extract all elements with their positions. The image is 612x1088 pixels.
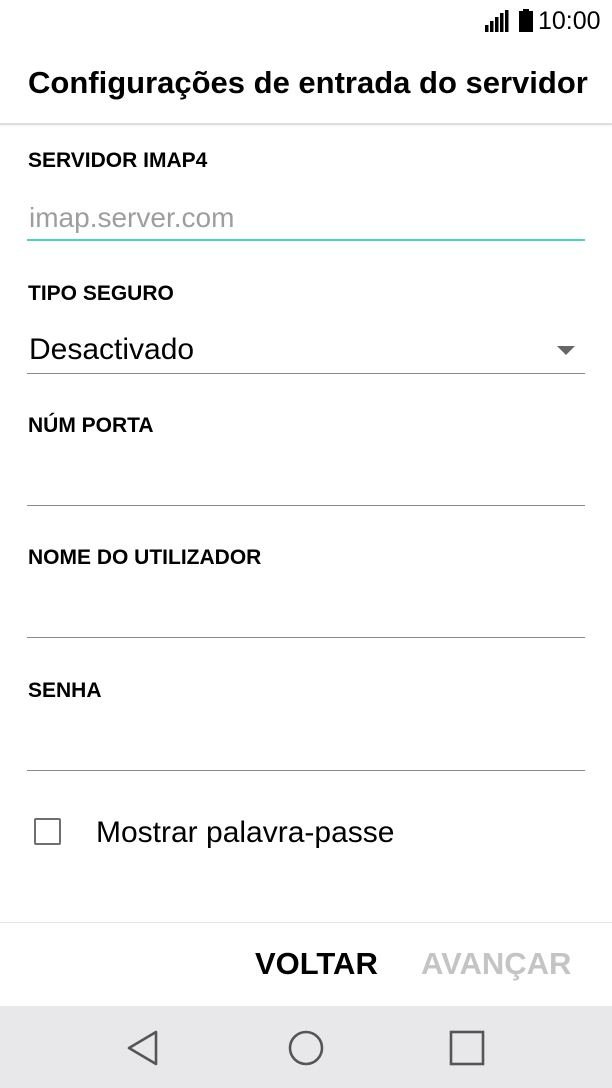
app-header: Configurações de entrada do servidor — [0, 44, 612, 125]
next-button[interactable]: AVANÇAR — [421, 945, 571, 983]
port-label: NÚM PORTA — [28, 414, 154, 437]
port-input[interactable] — [27, 462, 585, 506]
nav-back-icon[interactable] — [124, 1029, 162, 1067]
imap-server-label: SERVIDOR IMAP4 — [28, 149, 208, 172]
button-bar: VOLTAR AVANÇAR — [0, 922, 612, 1007]
imap-server-input[interactable] — [27, 197, 585, 241]
username-input[interactable] — [27, 594, 585, 638]
security-type-value: Desactivado — [29, 333, 195, 366]
show-password-checkbox[interactable] — [34, 818, 61, 845]
security-type-select[interactable]: Desactivado — [27, 326, 585, 374]
back-button[interactable]: VOLTAR — [255, 945, 378, 983]
show-password-label[interactable]: Mostrar palavra-passe — [96, 815, 394, 851]
signal-icon — [485, 10, 509, 32]
status-bar: 10:00 — [0, 0, 612, 44]
status-time: 10:00 — [538, 7, 601, 35]
nav-home-icon[interactable] — [287, 1029, 325, 1067]
navigation-bar — [0, 1006, 612, 1088]
dropdown-arrow-icon — [557, 346, 575, 355]
page-title: Configurações de entrada do servidor — [28, 65, 588, 100]
password-input[interactable] — [27, 727, 585, 771]
password-label: SENHA — [28, 679, 102, 702]
nav-recents-icon[interactable] — [448, 1029, 486, 1067]
security-type-label: TIPO SEGURO — [28, 282, 174, 305]
battery-icon — [519, 9, 533, 32]
username-label: NOME DO UTILIZADOR — [28, 546, 262, 569]
